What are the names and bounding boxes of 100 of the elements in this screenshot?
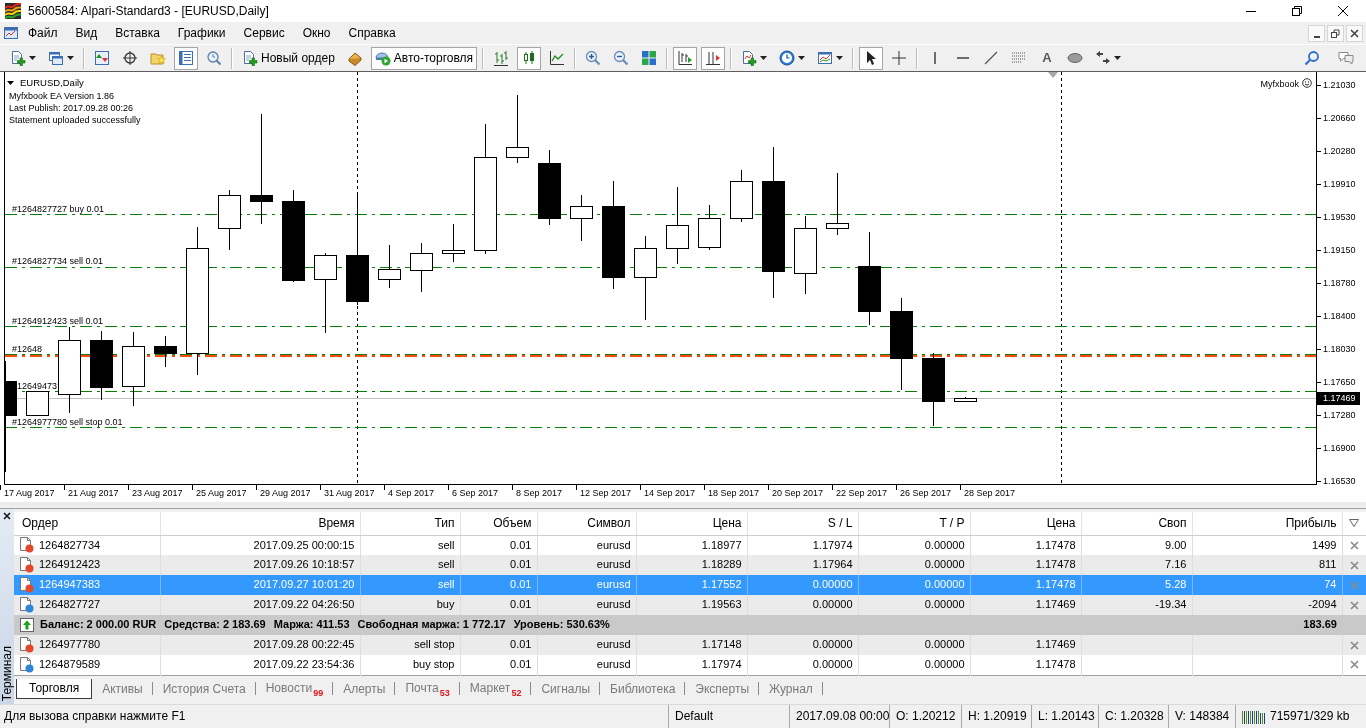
column-header[interactable]: Тип <box>434 516 455 531</box>
table-cell: eurusd <box>596 638 631 651</box>
order-document-icon <box>18 537 34 554</box>
table-cell: 0.00000 <box>924 558 965 571</box>
status-field: Default <box>668 705 789 728</box>
table-cell: 1.17478 <box>1035 558 1076 571</box>
date-label: 4 Sep 2017 <box>388 488 435 498</box>
tab[interactable]: Торговля <box>16 678 93 699</box>
column-header[interactable]: Прибыль <box>1285 516 1337 531</box>
vertical-line-icon <box>934 52 937 64</box>
restore-button[interactable] <box>1327 24 1344 42</box>
caret-icon <box>67 56 74 60</box>
menu-item[interactable]: Окно <box>293 23 340 43</box>
current-price-label: 1.17469 <box>1317 392 1360 405</box>
table-cell: 1264912423 <box>39 558 101 572</box>
column-header[interactable]: Объем <box>493 516 532 531</box>
table-row[interactable]: 1264977780 2017.09.28 00:22:45 sell stop 0.01 eurusd 1.17148 0.00000 0.00000 1.17469 <box>14 635 1366 655</box>
restore-icon <box>1292 6 1302 16</box>
restore-icon <box>1331 28 1340 38</box>
price-label: 1.18030 <box>1323 344 1356 354</box>
date-label: 26 Sep 2017 <box>900 488 952 498</box>
price-label: 1.16900 <box>1323 443 1356 453</box>
auto-trading-button[interactable]: Авто-торговля <box>370 46 478 70</box>
diagonal-line-icon <box>983 50 1000 66</box>
table-cell: 2017.09.22 04:26:50 <box>253 598 355 611</box>
toolbar-button[interactable] <box>859 46 884 70</box>
column-header[interactable]: Цена <box>712 516 742 531</box>
date-label: 25 Aug 2017 <box>196 488 247 498</box>
price-label: 1.18780 <box>1323 278 1356 288</box>
menu-item[interactable]: Вставка <box>106 23 169 43</box>
table-cell: 2017.09.28 00:22:45 <box>253 638 355 651</box>
close-icon[interactable] <box>1349 600 1359 610</box>
table-cell: 1.17478 <box>1035 658 1076 671</box>
indicator-info-text: Last Publish: 2017.09.28 00:26 <box>9 103 134 113</box>
close-icon[interactable] <box>1349 540 1359 550</box>
close-icon[interactable] <box>1349 640 1359 650</box>
toolbar-button[interactable] <box>701 46 726 70</box>
column-header[interactable]: Время <box>318 516 355 531</box>
close-icon[interactable] <box>1349 660 1359 670</box>
table-cell: 0.00000 <box>924 538 965 551</box>
table-cell: 0.01 <box>510 558 532 571</box>
close-icon[interactable] <box>1349 560 1359 570</box>
table-cell: eurusd <box>596 538 631 551</box>
column-header[interactable]: T / P <box>939 516 965 531</box>
table-cell: -19.34 <box>1155 598 1187 611</box>
table-row[interactable]: 1264827727 2017.09.22 04:26:50 buy 0.01 eurusd 1.19563 0.00000 0.00000 1.17469 -19.34 -2094 <box>14 595 1366 615</box>
toolbar-button[interactable] <box>517 46 542 70</box>
order-label: #12648 <box>12 343 43 354</box>
table-cell: 1.17974 <box>812 538 853 551</box>
account-summary-item: Уровень: 530.63% <box>513 618 610 632</box>
table-cell: 1499 <box>1312 538 1337 551</box>
document-plus-icon <box>10 50 26 66</box>
table-cell: 2017.09.22 23:54:36 <box>253 658 355 671</box>
unread-count: 52 <box>511 687 522 698</box>
striped-logo-icon <box>5 3 21 19</box>
menu-item[interactable]: Файл <box>19 23 67 43</box>
menu-item[interactable]: Сервис <box>234 23 294 43</box>
table-cell: eurusd <box>596 578 631 591</box>
column-header[interactable]: Ордер <box>22 516 59 531</box>
text-tool-button[interactable]: A <box>1035 46 1060 70</box>
order-document-icon <box>18 557 34 573</box>
search-icon <box>1304 50 1320 66</box>
price-label: 1.17650 <box>1323 377 1356 387</box>
chart-symbol: EURUSD,Daily <box>20 77 84 88</box>
horizontal-line-icon <box>957 57 970 59</box>
clock-icon <box>779 50 796 66</box>
menu-item[interactable]: Справка <box>339 23 405 43</box>
column-header[interactable]: Цена <box>1046 516 1076 531</box>
column-header[interactable]: S / L <box>827 516 853 531</box>
table-row[interactable]: 1264879589 2017.09.22 23:54:36 buy stop 0.01 eurusd 1.17974 0.00000 0.00000 1.17478 <box>14 655 1366 675</box>
status-field: O: 1.20212 <box>889 705 961 728</box>
table-cell: 0.00000 <box>812 638 853 651</box>
table-cell: -2094 <box>1308 598 1337 611</box>
column-header[interactable]: Своп <box>1158 516 1187 531</box>
table-row[interactable]: 1264912423 2017.09.26 10:18:57 sell 0.01 eurusd 1.18289 1.17964 0.00000 1.17478 7.16 811 <box>14 555 1366 575</box>
column-header[interactable]: Символ <box>587 516 631 531</box>
brand-label: Myfxbook <box>1260 79 1299 89</box>
table-cell: 0.00000 <box>812 578 853 591</box>
close-button[interactable] <box>2 511 12 521</box>
table-cell: 2017.09.27 10:01:20 <box>253 578 355 591</box>
document-plus-icon <box>242 50 258 66</box>
table-cell: 1.18977 <box>701 538 742 551</box>
price-label: 1.20280 <box>1323 146 1356 156</box>
date-label: 12 Sep 2017 <box>580 488 632 498</box>
caret-icon <box>836 56 844 60</box>
indicator-info-text: Statement uploaded successfully <box>9 115 141 125</box>
new-order-button[interactable]: Новый ордер <box>238 46 339 70</box>
status-field: 715971/329 kb <box>1270 709 1350 724</box>
folder-star-icon <box>150 50 166 66</box>
price-label: 1.18400 <box>1323 311 1356 321</box>
account-summary-item: Маржа: 411.53 <box>273 618 350 632</box>
status-text: Для вызова справки нажмите F1 <box>3 708 187 726</box>
toolbar-button[interactable] <box>673 46 698 70</box>
date-label: 8 Sep 2017 <box>516 488 563 498</box>
table-cell: sell <box>438 558 455 571</box>
table-cell: 0.01 <box>510 658 532 671</box>
minimize-button[interactable] <box>1308 24 1325 42</box>
menu-item[interactable]: Вид <box>66 23 107 43</box>
price-label: 1.19910 <box>1323 179 1356 189</box>
menu-item[interactable]: Графики <box>168 23 235 43</box>
